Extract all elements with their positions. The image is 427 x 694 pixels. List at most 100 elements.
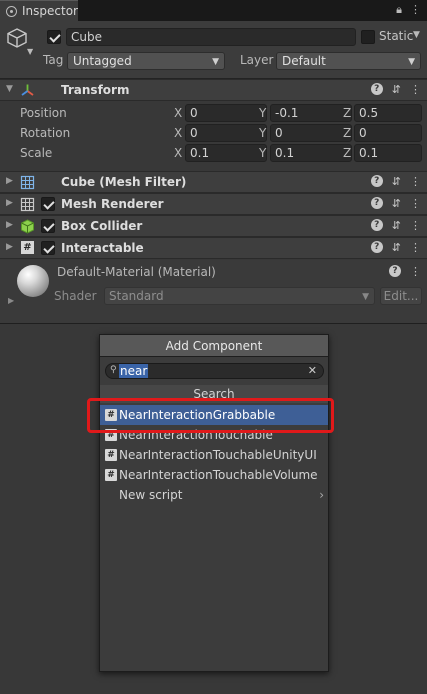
static-checkbox[interactable]	[361, 30, 375, 44]
static-dropdown-icon[interactable]: ▼	[413, 30, 420, 40]
component-search-input[interactable]: ⚲ near ✕	[105, 363, 324, 379]
transform-icon	[21, 84, 34, 96]
fold-arrow-icon[interactable]: ▼	[6, 84, 13, 94]
y-label[interactable]: Y	[259, 146, 266, 160]
y-label[interactable]: Y	[259, 126, 266, 140]
presets-icon[interactable]: ⇵	[392, 83, 401, 96]
add-component-popup: Add Component ⚲ near ✕ Search # NearInte…	[99, 334, 329, 672]
mesh-filter-icon	[20, 175, 35, 190]
z-label[interactable]: Z	[343, 146, 351, 160]
more-options-icon[interactable]: ⋮	[410, 241, 421, 254]
object-name-field[interactable]: Cube	[66, 28, 356, 46]
gameobject-cube-icon[interactable]	[6, 27, 28, 49]
z-label[interactable]: Z	[343, 106, 351, 120]
box-collider-enabled-checkbox[interactable]	[41, 219, 55, 233]
fold-arrow-icon[interactable]: ▶	[8, 296, 14, 305]
fold-arrow-icon[interactable]: ▶	[6, 220, 13, 230]
shader-dropdown[interactable]: Standard ▼	[104, 287, 375, 305]
z-label[interactable]: Z	[343, 126, 351, 140]
chevron-right-icon: ›	[319, 488, 324, 502]
mesh-renderer-title: Mesh Renderer	[61, 197, 164, 211]
component-controls: ? ⇵ ⋮	[370, 219, 421, 232]
box-collider-icon	[21, 219, 34, 234]
position-x-field[interactable]: 0	[185, 104, 267, 122]
scale-y-field[interactable]: 0.1	[270, 144, 352, 162]
help-icon[interactable]: ?	[370, 83, 383, 95]
presets-icon[interactable]: ⇵	[392, 219, 401, 232]
layer-dropdown[interactable]: Default ▼	[276, 52, 421, 70]
list-item-label: NearInteractionTouchableUnityUI	[119, 448, 317, 462]
material-preview-icon[interactable]	[17, 265, 49, 297]
mesh-renderer-enabled-checkbox[interactable]	[41, 197, 55, 211]
chevron-down-icon: ▼	[212, 57, 219, 67]
tab-inspector[interactable]: Inspector	[0, 0, 78, 21]
mesh-filter-header[interactable]: ▶ Cube (Mesh Filter) ? ⇵ ⋮	[0, 171, 427, 193]
add-component-button[interactable]: Add Component	[100, 335, 328, 357]
highlight-annotation	[87, 398, 334, 433]
help-icon[interactable]: ?	[370, 197, 383, 209]
x-label[interactable]: X	[174, 146, 182, 160]
more-options-icon[interactable]: ⋮	[410, 265, 421, 278]
presets-icon[interactable]: ⇵	[392, 175, 401, 188]
shader-label: Shader	[54, 289, 97, 303]
search-icon: ⚲	[110, 365, 117, 375]
component-controls: ? ⇵ ⋮	[370, 241, 421, 254]
lock-icon[interactable]: 🔒︎	[396, 3, 402, 17]
active-checkbox[interactable]	[47, 30, 61, 44]
scale-label: Scale	[20, 146, 53, 160]
position-z-field[interactable]: 0.5	[354, 104, 422, 122]
mesh-filter-title: Cube (Mesh Filter)	[61, 175, 187, 189]
more-options-icon[interactable]: ⋮	[410, 3, 421, 17]
presets-icon[interactable]: ⇵	[392, 241, 401, 254]
rotation-x-field[interactable]: 0	[185, 124, 267, 142]
interactable-header[interactable]: ▶ # Interactable ? ⇵ ⋮	[0, 237, 427, 259]
tag-dropdown[interactable]: Untagged ▼	[67, 52, 225, 70]
more-options-icon[interactable]: ⋮	[410, 197, 421, 210]
scale-z-field[interactable]: 0.1	[354, 144, 422, 162]
rotation-y-field[interactable]: 0	[270, 124, 352, 142]
edit-shader-button[interactable]: Edit...	[380, 287, 422, 305]
more-options-icon[interactable]: ⋮	[410, 175, 421, 188]
x-label[interactable]: X	[174, 106, 182, 120]
fold-arrow-icon[interactable]: ▶	[6, 242, 13, 252]
static-label: Static	[379, 29, 414, 43]
presets-icon[interactable]: ⇵	[392, 197, 401, 210]
rotation-z-field[interactable]: 0	[354, 124, 422, 142]
scale-x-field[interactable]: 0.1	[185, 144, 267, 162]
help-icon[interactable]: ?	[389, 265, 401, 277]
help-icon[interactable]: ?	[370, 241, 383, 253]
search-text: near	[119, 364, 149, 378]
material-section: ▶ Default-Material (Material) ? ⋮ Shader…	[0, 260, 427, 324]
y-label[interactable]: Y	[259, 106, 266, 120]
tab-controls: 🔒︎ ⋮	[396, 3, 421, 17]
list-item-near-interaction-touchable-volume[interactable]: # NearInteractionTouchableVolume	[100, 465, 328, 485]
component-controls: ? ⇵ ⋮	[370, 197, 421, 210]
clear-search-icon[interactable]: ✕	[308, 364, 317, 378]
help-icon[interactable]: ?	[370, 175, 383, 187]
interactable-enabled-checkbox[interactable]	[41, 241, 55, 255]
list-item-near-interaction-touchable-unity-ui[interactable]: # NearInteractionTouchableUnityUI	[100, 445, 328, 465]
tag-label: Tag	[43, 53, 64, 67]
fold-arrow-icon[interactable]: ▶	[6, 198, 13, 208]
more-options-icon[interactable]: ⋮	[410, 83, 421, 96]
component-controls: ? ⇵ ⋮	[370, 175, 421, 188]
box-collider-header[interactable]: ▶ Box Collider ? ⇵ ⋮	[0, 215, 427, 237]
fold-arrow-icon[interactable]: ▶	[6, 176, 13, 186]
transform-header[interactable]: ▼ Transform ? ⇵ ⋮	[0, 79, 427, 101]
mesh-renderer-header[interactable]: ▶ Mesh Renderer ? ⇵ ⋮	[0, 193, 427, 215]
layer-label: Layer	[240, 53, 274, 67]
list-item-new-script[interactable]: New script ›	[100, 485, 328, 505]
more-options-icon[interactable]: ⋮	[410, 219, 421, 232]
icon-dropdown-icon[interactable]: ▼	[27, 47, 33, 56]
help-icon[interactable]: ?	[370, 219, 383, 231]
x-label[interactable]: X	[174, 126, 182, 140]
info-icon	[6, 5, 17, 17]
position-y-field[interactable]: -0.1	[270, 104, 352, 122]
box-collider-title: Box Collider	[61, 219, 143, 233]
script-icon: #	[21, 241, 34, 254]
rotation-label: Rotation	[20, 126, 71, 140]
tag-value: Untagged	[73, 54, 132, 68]
list-item-label: NearInteractionTouchableVolume	[119, 468, 318, 482]
tab-inspector-label: Inspector	[22, 4, 78, 18]
script-icon: #	[105, 449, 117, 461]
